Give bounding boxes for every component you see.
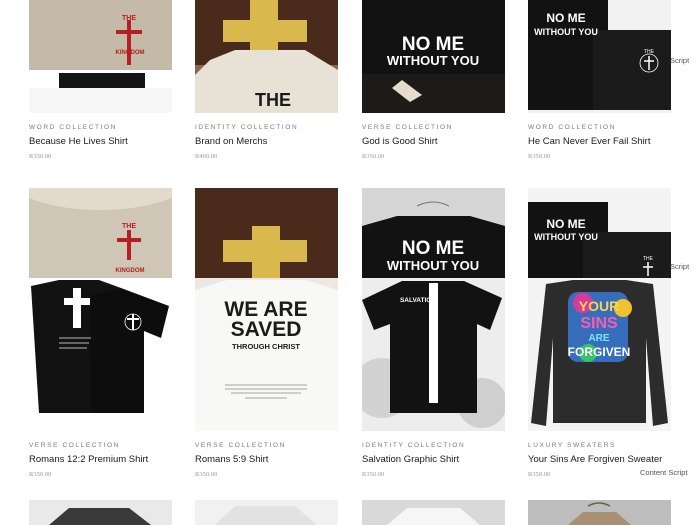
product-title[interactable]: Your Sins Are Forgiven Sweater <box>528 454 671 465</box>
shirt-print-text: NO ME <box>546 217 585 231</box>
product-title[interactable]: Salvation Graphic Shirt <box>362 454 505 465</box>
product-price: R350.00 <box>29 153 52 160</box>
shirt-print-text: SAVED <box>231 318 302 341</box>
product-image[interactable] <box>528 500 671 525</box>
product-image[interactable] <box>362 500 505 525</box>
product-image[interactable] <box>29 500 172 525</box>
product-price: R350.00 <box>362 471 385 478</box>
shirt-print-text: THE <box>122 15 136 22</box>
shirt-print-text: THE <box>122 223 136 230</box>
product-title[interactable]: Romans 12:2 Premium Shirt <box>29 454 172 465</box>
shirt-print-text: WITHOUT YOU <box>387 258 479 273</box>
script-overlay-label: Script <box>670 56 690 65</box>
shirt-print-text: KINGDOM <box>116 50 145 56</box>
shirt-print-text: NO ME <box>402 34 464 55</box>
script-overlay-label: Script <box>670 262 690 271</box>
product-title[interactable]: God is Good Shirt <box>362 136 505 147</box>
collection-label: VERSE COLLECTION <box>362 124 453 131</box>
shirt-print-text: NO ME <box>402 238 464 259</box>
shirt-print-text: THROUGH CHRIST <box>232 342 300 351</box>
shirt-print-text: KINGDOM <box>116 268 145 274</box>
sweater-print-text: FORGIVEN <box>568 345 631 359</box>
collection-label: IDENTITY COLLECTION <box>362 442 466 449</box>
product-title[interactable]: Romans 5:9 Shirt <box>195 454 338 465</box>
product-title[interactable]: He Can Never Ever Fail Shirt <box>528 136 671 147</box>
shirt-print-text: WITHOUT YOU <box>534 27 598 37</box>
bag-print-text: THE <box>255 90 291 110</box>
product-price: R350.00 <box>362 153 385 160</box>
shirt-print-text: WITHOUT YOU <box>534 232 598 242</box>
collection-label: LUXURY SWEATERS <box>528 442 616 449</box>
product-image[interactable]: NO ME WITHOUT YOU <box>362 0 505 113</box>
product-image[interactable]: THE KINGDOM <box>29 0 172 113</box>
sweater-print-text: YOUR <box>579 298 619 314</box>
collection-label: WORD COLLECTION <box>528 124 616 131</box>
product-image[interactable] <box>195 500 338 525</box>
product-price: R400.00 <box>195 153 218 160</box>
product-image[interactable]: THE KINGDOM <box>29 188 172 431</box>
product-image[interactable]: NO ME WITHOUT YOU THE YOUR SINS ARE FORG… <box>528 188 671 431</box>
collection-label: WORD COLLECTION <box>29 124 117 131</box>
collection-label: VERSE COLLECTION <box>195 442 286 449</box>
product-title[interactable]: Brand on Merchs <box>195 136 338 147</box>
shirt-print-text: SALVATION <box>400 297 436 304</box>
product-title[interactable]: Because He Lives Shirt <box>29 136 172 147</box>
product-price: R350.00 <box>195 471 218 478</box>
product-price: R350.00 <box>528 153 551 160</box>
content-script-overlay-label: Content Script <box>640 468 688 477</box>
shirt-print-text: THE <box>643 256 654 262</box>
collection-label: VERSE COLLECTION <box>29 442 120 449</box>
sweater-print-text: SINS <box>580 315 618 332</box>
product-image[interactable]: NO ME WITHOUT YOU SALVATION <box>362 188 505 431</box>
product-image[interactable]: WE ARE SAVED THROUGH CHRIST <box>195 188 338 431</box>
shirt-print-text: WITHOUT YOU <box>387 53 479 68</box>
sweater-print-text: ARE <box>588 333 609 344</box>
product-price: R350.00 <box>29 471 52 478</box>
shirt-print-text: NO ME <box>546 11 585 25</box>
product-image[interactable]: THE <box>195 0 338 113</box>
collection-label: IDENTITY COLLECTION <box>195 124 299 131</box>
product-image[interactable]: NO ME WITHOUT YOU THE <box>528 0 671 113</box>
